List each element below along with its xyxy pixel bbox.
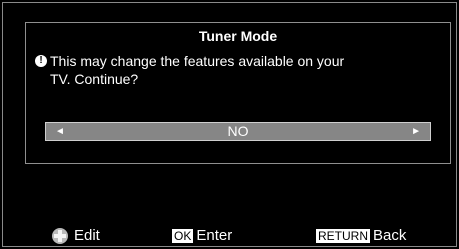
ok-key-icon: OK bbox=[172, 229, 194, 243]
back-hint[interactable]: RETURN Back bbox=[316, 227, 406, 245]
dpad-icon bbox=[52, 228, 68, 244]
tuner-mode-dialog: Tuner Mode ! This may change the feature… bbox=[25, 22, 451, 164]
edit-label: Edit bbox=[74, 227, 100, 244]
back-label: Back bbox=[373, 227, 407, 244]
screen-frame: Tuner Mode ! This may change the feature… bbox=[2, 2, 457, 247]
enter-label: Enter bbox=[196, 227, 233, 244]
edit-hint[interactable]: Edit bbox=[52, 227, 100, 245]
warning-icon: ! bbox=[35, 55, 47, 67]
tv-screen: Tuner Mode ! This may change the feature… bbox=[0, 0, 459, 249]
enter-hint[interactable]: OK Enter bbox=[172, 227, 232, 245]
continue-option-selector[interactable]: ◄ NO ► bbox=[45, 122, 431, 141]
selector-value: NO bbox=[227, 123, 249, 139]
dialog-message-line-1: This may change the features available o… bbox=[50, 53, 345, 69]
button-guide: Edit OK Enter RETURN Back bbox=[0, 227, 459, 245]
dialog-title: Tuner Mode bbox=[198, 28, 278, 44]
dialog-message-line-2: TV. Continue? bbox=[50, 71, 139, 87]
return-key-icon: RETURN bbox=[316, 229, 370, 243]
dialog-message: This may change the features available o… bbox=[50, 52, 410, 88]
arrow-right-icon[interactable]: ► bbox=[411, 123, 421, 140]
